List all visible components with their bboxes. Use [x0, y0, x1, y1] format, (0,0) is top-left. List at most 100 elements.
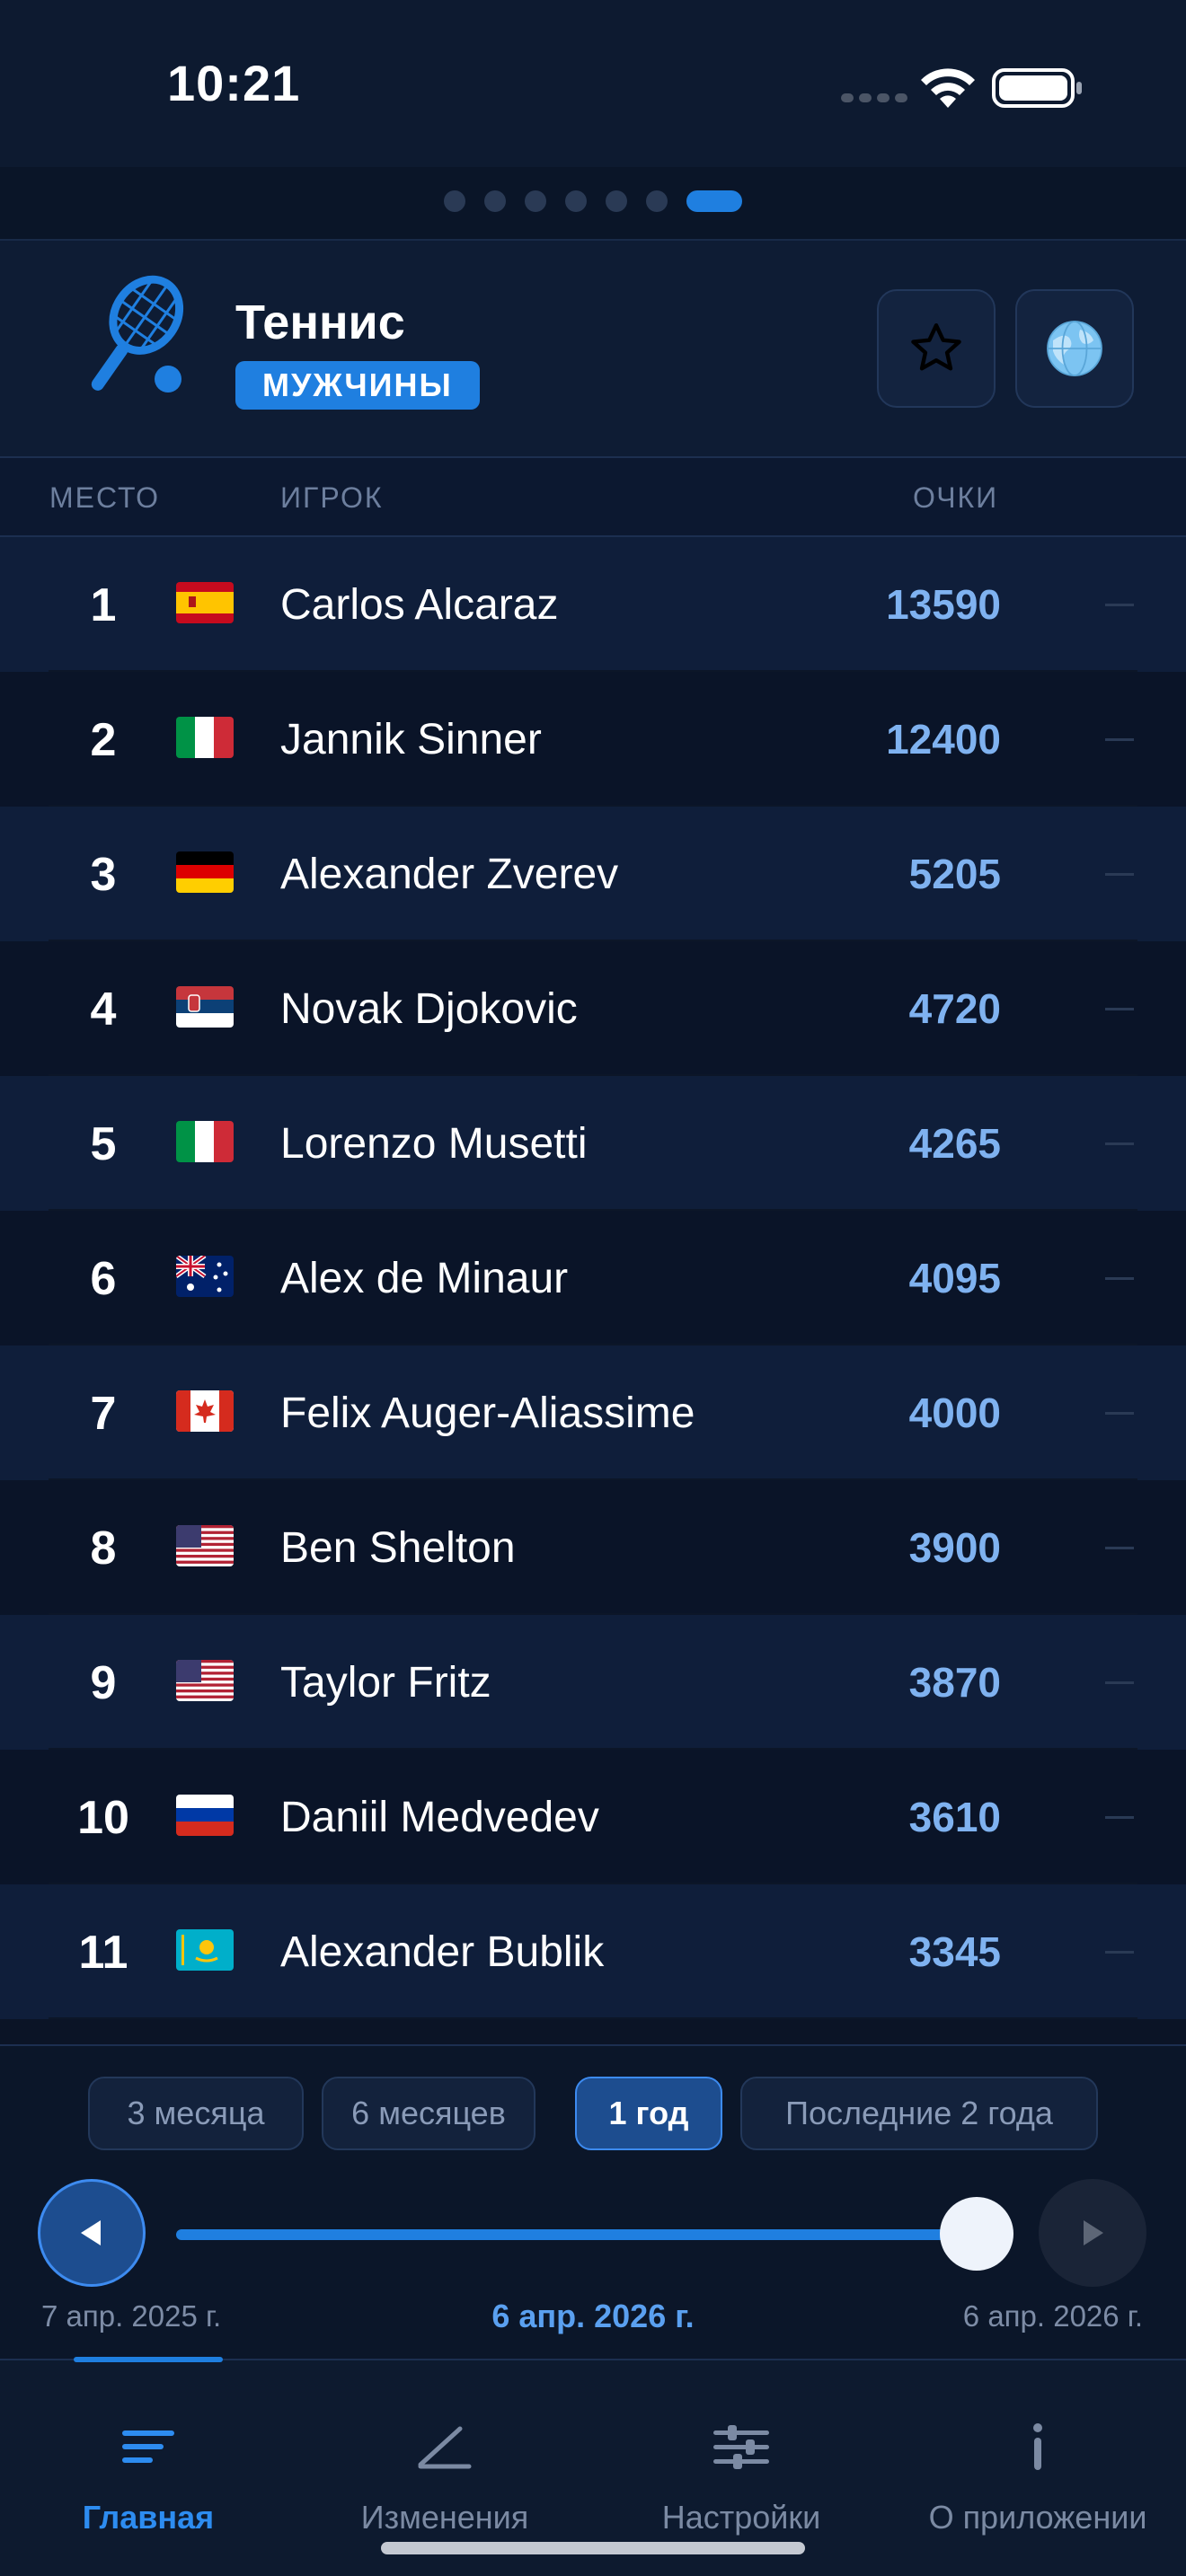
table-row[interactable]: 4 Novak Djokovic 4720: [0, 941, 1186, 1076]
table-row[interactable]: 8 Ben Shelton 3900: [0, 1480, 1186, 1615]
player-points: 13590: [886, 581, 1001, 628]
rank-number: 3: [90, 849, 117, 901]
usa-flag-icon: [176, 1660, 234, 1701]
table-row[interactable]: 1 Carlos Alcaraz 13590: [0, 537, 1186, 672]
player-points: 4000: [908, 1389, 1001, 1436]
rank-number: 11: [78, 1927, 128, 1979]
rank-change-indicator: [1105, 1142, 1134, 1145]
player-points: 4095: [908, 1255, 1001, 1301]
germany-flag-icon: [176, 851, 234, 893]
page-dot[interactable]: [606, 190, 627, 212]
page-indicator[interactable]: [0, 167, 1186, 239]
region-button[interactable]: [1015, 289, 1134, 408]
table-row[interactable]: 2 Jannik Sinner 12400: [0, 672, 1186, 807]
player-points: 5205: [908, 851, 1001, 897]
player-name: Alexander Zverev: [280, 851, 619, 898]
canada-flag-icon: [176, 1390, 234, 1432]
period-chip-6m[interactable]: 6 месяцев: [322, 2077, 535, 2150]
player-name: Jannik Sinner: [280, 716, 542, 763]
sliders-icon: [713, 2425, 769, 2469]
column-points: ОЧКИ: [913, 481, 999, 514]
period-chip-1y[interactable]: 1 год: [575, 2077, 722, 2150]
page-dot[interactable]: [525, 190, 546, 212]
tennis-racket-icon: [91, 275, 184, 393]
table-row[interactable]: 6 Alex de Minaur 4095: [0, 1211, 1186, 1345]
play-button[interactable]: [1039, 2179, 1146, 2287]
page-dot[interactable]: [565, 190, 587, 212]
player-name: Ben Shelton: [280, 1524, 516, 1572]
rewind-play-button[interactable]: [38, 2179, 146, 2287]
category-badge[interactable]: МУЖЧИНЫ: [235, 361, 480, 410]
rank-number: 2: [90, 714, 117, 766]
info-icon: [1033, 2423, 1042, 2470]
rank-change-indicator: [1105, 604, 1134, 606]
timeline-controls: 3 месяца 6 месяцев 1 год Последние 2 год…: [0, 2044, 1186, 2359]
rank-number: 8: [90, 1522, 117, 1575]
timeline-slider-track[interactable]: [176, 2229, 972, 2240]
rank-number: 6: [90, 1253, 117, 1305]
rank-number: 7: [90, 1388, 117, 1440]
player-points: 4265: [908, 1120, 1001, 1167]
player-name: Novak Djokovic: [280, 985, 578, 1033]
table-row[interactable]: 9 Taylor Fritz 3870: [0, 1615, 1186, 1750]
tab-changes-label: Изменения: [360, 2499, 529, 2536]
serbia-flag-icon: [176, 986, 234, 1028]
home-indicator[interactable]: [381, 2542, 805, 2554]
timeline-slider-handle[interactable]: [940, 2197, 1013, 2271]
rank-number: 10: [77, 1792, 129, 1844]
player-points: 3900: [908, 1524, 1001, 1571]
spain-flag-icon: [176, 582, 234, 623]
player-points: 3345: [908, 1928, 1001, 1975]
rank-change-indicator: [1105, 1008, 1134, 1010]
status-bar: 10:21: [0, 0, 1186, 167]
tab-about[interactable]: О приложении: [890, 2396, 1186, 2536]
table-row[interactable]: 5 Lorenzo Musetti 4265: [0, 1076, 1186, 1211]
period-chip-2y[interactable]: Последние 2 года: [740, 2077, 1098, 2150]
table-row[interactable]: 10 Daniil Medvedev 3610: [0, 1750, 1186, 1884]
player-name: Lorenzo Musetti: [280, 1120, 588, 1168]
rewind-play-icon: [81, 2220, 101, 2245]
kazakhstan-flag-icon: [176, 1929, 234, 1971]
player-name: Felix Auger-Aliassime: [280, 1389, 695, 1437]
period-chip-3m[interactable]: 3 месяца: [88, 2077, 304, 2150]
tab-home-label: Главная: [82, 2499, 215, 2536]
rank-change-indicator: [1105, 1277, 1134, 1280]
row-divider: [49, 2017, 1137, 2019]
italy-flag-icon: [176, 717, 234, 758]
rank-change-indicator: [1105, 1412, 1134, 1415]
star-icon: [911, 322, 961, 371]
table-row[interactable]: 3 Alexander Zverev 5205: [0, 807, 1186, 941]
rank-change-indicator: [1105, 1547, 1134, 1549]
player-name: Daniil Medvedev: [280, 1794, 599, 1841]
australia-flag-icon: [176, 1256, 234, 1297]
timeline-end-date: 6 апр. 2026 г.: [962, 2299, 1143, 2333]
page-dot-active[interactable]: [686, 190, 742, 212]
status-time: 10:21: [167, 55, 301, 111]
table-row[interactable]: 11 Alexander Bublik 3345: [0, 1884, 1186, 2019]
tab-home[interactable]: Главная: [0, 2396, 296, 2536]
tab-settings-label: Настройки: [661, 2499, 821, 2536]
tab-changes[interactable]: Изменения: [296, 2396, 593, 2536]
column-rank: МЕСТО: [49, 481, 161, 514]
favorite-button[interactable]: [877, 289, 996, 408]
russia-flag-icon: [176, 1795, 234, 1836]
table-row[interactable]: 7 Felix Auger-Aliassime 4000: [0, 1345, 1186, 1480]
cellular-signal-icon: [841, 93, 907, 102]
page-dot[interactable]: [444, 190, 465, 212]
rank-number: 5: [90, 1118, 117, 1170]
page-dot[interactable]: [646, 190, 668, 212]
column-player: ИГРОК: [280, 481, 384, 514]
player-points: 3610: [908, 1794, 1001, 1840]
wifi-icon: [921, 68, 975, 108]
tab-settings[interactable]: Настройки: [593, 2396, 890, 2536]
chart-line-icon: [418, 2426, 472, 2469]
globe-icon: [1047, 321, 1102, 376]
rank-change-indicator: [1105, 738, 1134, 741]
rank-number: 9: [90, 1657, 117, 1709]
page-dot[interactable]: [484, 190, 506, 212]
usa-flag-icon: [176, 1525, 234, 1566]
player-points: 12400: [886, 716, 1001, 763]
player-points: 4720: [908, 985, 1001, 1032]
player-name: Carlos Alcaraz: [280, 581, 559, 629]
rank-change-indicator: [1105, 1816, 1134, 1819]
